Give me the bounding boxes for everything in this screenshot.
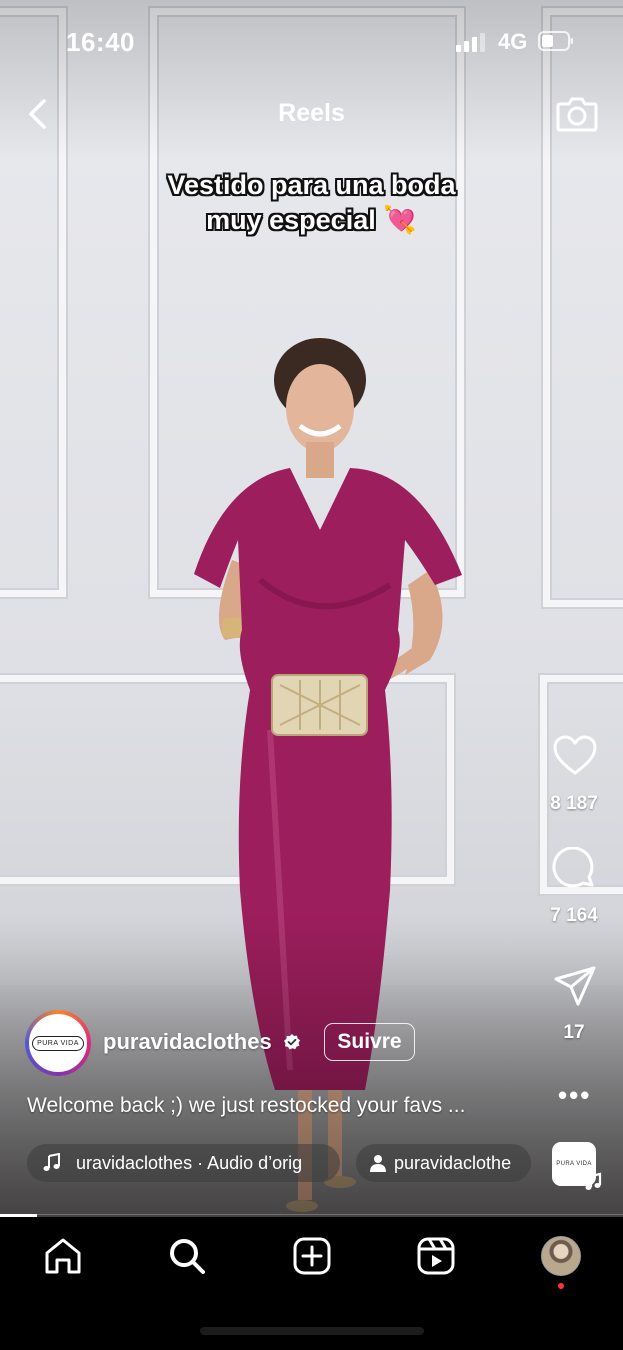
home-icon[interactable] — [43, 1236, 83, 1276]
network-label: 4G — [498, 29, 528, 54]
comment-icon[interactable] — [552, 847, 598, 893]
caption-line-2: muy especial 💘 — [100, 203, 523, 238]
camera-icon[interactable] — [556, 94, 598, 134]
caption-line-2-text: muy especial — [206, 205, 376, 235]
signal-icon — [456, 33, 485, 52]
share-count: 17 — [563, 1022, 585, 1043]
audio-thumbnail-text: PURA VIDA — [556, 1161, 592, 1167]
profile-avatar[interactable] — [541, 1236, 581, 1276]
page-title: Reels — [278, 99, 345, 127]
follow-button[interactable]: Suivre — [324, 1023, 415, 1061]
heart-emoji: 💘 — [383, 205, 417, 235]
tagged-account-label: puravidaclothe — [394, 1152, 512, 1173]
verified-badge-icon — [284, 1034, 300, 1050]
account-avatar[interactable]: PURA VIDA — [25, 1010, 91, 1076]
home-indicator — [200, 1327, 424, 1335]
music-note-icon — [43, 1153, 60, 1171]
audio-note-icon — [585, 1172, 602, 1190]
caption-line-1: Vestido para una boda — [167, 170, 456, 200]
like-heart-icon[interactable] — [552, 733, 598, 779]
comment-count: 7 164 — [550, 905, 598, 926]
status-time: 16:40 — [66, 27, 135, 57]
avatar-logo-text: PURA VIDA — [32, 1035, 84, 1051]
video-caption: Vestido para una boda muy especial 💘 — [100, 168, 523, 238]
battery-icon — [538, 31, 573, 51]
audio-label: uravidaclothes · Audio d’orig — [76, 1152, 303, 1173]
share-send-icon[interactable] — [552, 963, 598, 1009]
post-description[interactable]: Welcome back ;) we just restocked your f… — [27, 1094, 465, 1118]
avatar-logo: PURA VIDA — [29, 1014, 87, 1072]
person-icon — [370, 1155, 386, 1172]
create-post-icon[interactable] — [292, 1236, 332, 1276]
more-options-icon[interactable]: ••• — [558, 1080, 591, 1111]
search-icon[interactable] — [167, 1236, 207, 1276]
tagged-account-chip[interactable]: puravidaclothe — [356, 1144, 531, 1182]
top-gradient — [0, 0, 623, 160]
audio-chip[interactable]: uravidaclothes · Audio d’orig — [27, 1144, 340, 1182]
notification-dot — [558, 1283, 564, 1289]
like-count: 8 187 — [550, 793, 598, 814]
reels-icon[interactable] — [416, 1236, 456, 1276]
username[interactable]: puravidaclothes — [103, 1029, 272, 1055]
